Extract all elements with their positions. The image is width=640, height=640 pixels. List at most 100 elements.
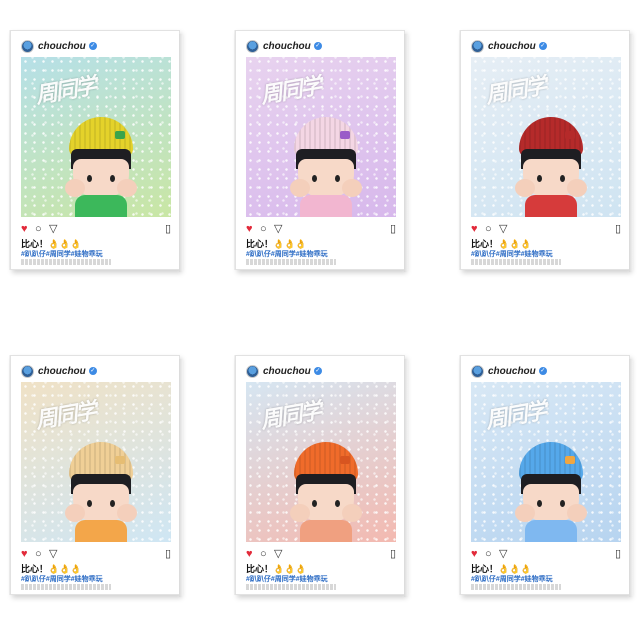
card-header: chouchou ✓ (246, 364, 322, 378)
figurine (286, 117, 366, 217)
heart-icon[interactable]: ♥ (471, 548, 478, 560)
hand (342, 504, 362, 522)
avatar (21, 364, 34, 378)
product-photo: 周同学 (21, 57, 171, 217)
card-header: chouchou ✓ (246, 39, 322, 53)
hand (567, 179, 587, 197)
username: chouchou (38, 40, 86, 52)
verified-badge-icon: ✓ (538, 42, 547, 50)
verified-badge-icon: ✓ (313, 367, 322, 375)
send-icon[interactable]: ▽ (49, 548, 57, 560)
eye (87, 500, 92, 507)
hat-patch (565, 131, 575, 139)
card-header: chouchou ✓ (471, 39, 547, 53)
figurine (61, 442, 141, 542)
comment-icon[interactable]: ○ (35, 548, 42, 560)
avatar (21, 39, 34, 53)
instagram-style-card: chouchou ✓ 周同学 ♥ ○ ▽ ▯ 比心！👌👌👌 #趴趴仔#周同学#娃… (10, 355, 183, 597)
hashtags: #趴趴仔#周同学#娃物乖玩 (471, 251, 553, 258)
action-bar: ♥ ○ ▽ ▯ (21, 548, 171, 560)
verified-badge-icon: ✓ (88, 367, 97, 375)
hat-patch (340, 456, 350, 464)
shirt (75, 195, 127, 217)
hashtags: #趴趴仔#周同学#娃物乖玩 (471, 576, 553, 583)
username: chouchou (38, 365, 86, 377)
eye (537, 500, 542, 507)
hat-patch (115, 131, 125, 139)
eye (560, 175, 565, 182)
shirt (300, 195, 352, 217)
heart-icon[interactable]: ♥ (246, 548, 253, 560)
instagram-style-card: chouchou ✓ 周同学 ♥ ○ ▽ ▯ 比心！👌👌👌 #趴趴仔#周同学#娃… (235, 355, 408, 597)
hand (117, 179, 137, 197)
verified-badge-icon: ✓ (313, 42, 322, 50)
username: chouchou (263, 40, 311, 52)
figurine (511, 442, 591, 542)
comment-icon[interactable]: ○ (485, 548, 492, 560)
send-icon[interactable]: ▽ (274, 223, 282, 235)
heart-icon[interactable]: ♥ (21, 548, 28, 560)
hashtags: #趴趴仔#周同学#娃物乖玩 (246, 576, 328, 583)
send-icon[interactable]: ▽ (499, 548, 507, 560)
hashtags: #趴趴仔#周同学#娃物乖玩 (21, 576, 103, 583)
figurine (286, 442, 366, 542)
bookmark-icon[interactable]: ▯ (165, 223, 171, 235)
action-bar: ♥ ○ ▽ ▯ (471, 548, 621, 560)
product-photo: 周同学 (21, 382, 171, 542)
instagram-style-card: chouchou ✓ 周同学 ♥ ○ ▽ ▯ 比心！👌👌👌 #趴趴仔#周同学#娃… (460, 30, 633, 272)
instagram-style-card: chouchou ✓ 周同学 ♥ ○ ▽ ▯ 比心！👌👌👌 #趴趴仔#周同学#娃… (460, 355, 633, 597)
fine-print (471, 584, 561, 590)
bookmark-icon[interactable]: ▯ (390, 548, 396, 560)
bookmark-icon[interactable]: ▯ (615, 223, 621, 235)
comment-icon[interactable]: ○ (260, 223, 267, 235)
username: chouchou (263, 365, 311, 377)
username: chouchou (488, 365, 536, 377)
action-bar: ♥ ○ ▽ ▯ (246, 548, 396, 560)
eye (312, 175, 317, 182)
avatar (471, 364, 484, 378)
comment-icon[interactable]: ○ (485, 223, 492, 235)
fine-print (21, 584, 111, 590)
eye (335, 500, 340, 507)
eye (560, 500, 565, 507)
shirt (75, 520, 127, 542)
eye (87, 175, 92, 182)
heart-icon[interactable]: ♥ (21, 223, 28, 235)
shirt (525, 195, 577, 217)
send-icon[interactable]: ▽ (274, 548, 282, 560)
card-header: chouchou ✓ (21, 364, 97, 378)
bookmark-icon[interactable]: ▯ (165, 548, 171, 560)
card-header: chouchou ✓ (471, 364, 547, 378)
send-icon[interactable]: ▽ (499, 223, 507, 235)
instagram-style-card: chouchou ✓ 周同学 ♥ ○ ▽ ▯ 比心！👌👌👌 #趴趴仔#周同学#娃… (10, 30, 183, 272)
hand (117, 504, 137, 522)
product-photo: 周同学 (471, 382, 621, 542)
comment-icon[interactable]: ○ (35, 223, 42, 235)
heart-icon[interactable]: ♥ (246, 223, 253, 235)
comment-icon[interactable]: ○ (260, 548, 267, 560)
fine-print (246, 584, 336, 590)
product-photo: 周同学 (471, 57, 621, 217)
bookmark-icon[interactable]: ▯ (615, 548, 621, 560)
fine-print (246, 259, 336, 265)
eye (312, 500, 317, 507)
bookmark-icon[interactable]: ▯ (390, 223, 396, 235)
action-bar: ♥ ○ ▽ ▯ (246, 223, 396, 235)
avatar (246, 364, 259, 378)
figurine (61, 117, 141, 217)
figurine (511, 117, 591, 217)
hand (342, 179, 362, 197)
action-bar: ♥ ○ ▽ ▯ (21, 223, 171, 235)
shirt (525, 520, 577, 542)
hat-patch (340, 131, 350, 139)
shirt (300, 520, 352, 542)
fine-print (471, 259, 561, 265)
eye (335, 175, 340, 182)
action-bar: ♥ ○ ▽ ▯ (471, 223, 621, 235)
heart-icon[interactable]: ♥ (471, 223, 478, 235)
eye (110, 175, 115, 182)
send-icon[interactable]: ▽ (49, 223, 57, 235)
eye (110, 500, 115, 507)
eye (537, 175, 542, 182)
verified-badge-icon: ✓ (88, 42, 97, 50)
